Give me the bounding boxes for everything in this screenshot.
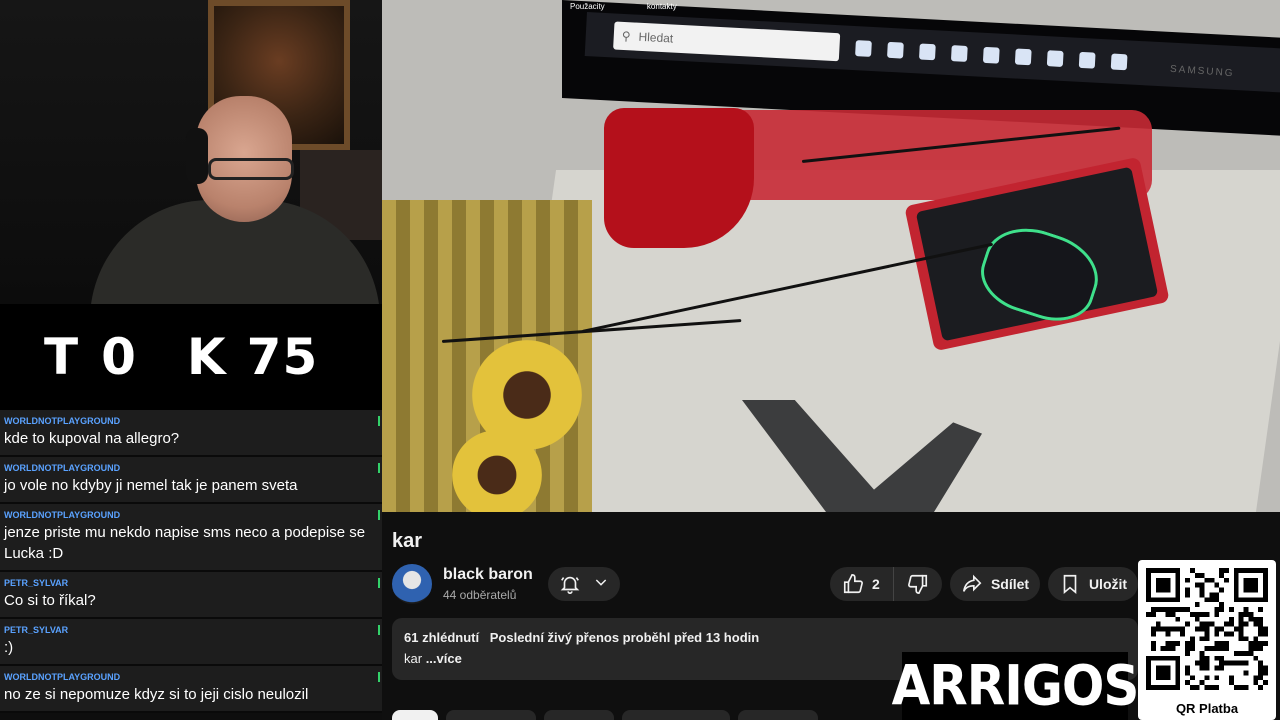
app-icon [1110, 53, 1128, 71]
chat-username[interactable]: WORLDNOTPLAYGROUND [4, 415, 376, 428]
save-button[interactable]: Uložit [1048, 567, 1138, 601]
like-dislike-group: 2 [830, 567, 942, 601]
app-icon [1078, 51, 1096, 69]
taskbar-search-placeholder: Hledat [638, 29, 674, 46]
score-overlay: T 0 K 75 [0, 304, 382, 410]
chat-message: PETR_SYLVAR :) [0, 619, 382, 666]
chat-message: WORLDNOTPLAYGROUND kde to kupoval na all… [0, 410, 382, 457]
score-char: T [44, 328, 80, 386]
chat-text: no ze si nepomuze kdyz si to jeji cislo … [4, 686, 309, 703]
chip[interactable] [738, 710, 818, 720]
chat-message: PETR_SYLVAR Co si to říkal? [0, 572, 382, 619]
chat-panel: WORLDNOTPLAYGROUND kde to kupoval na all… [0, 410, 382, 720]
webcam-feed [0, 0, 382, 304]
screen-labels: Použacity kontakty [570, 2, 717, 11]
app-icon [918, 43, 936, 61]
chip-bar [392, 710, 818, 720]
score-char: 75 [246, 328, 319, 386]
app-icon [1046, 50, 1064, 67]
qr-payment: QR Platba [1138, 560, 1276, 720]
chevron-down-icon [593, 574, 609, 595]
chip[interactable] [446, 710, 536, 720]
app-icon [950, 45, 968, 62]
headset-icon [186, 128, 208, 184]
screen-label: kontakty [646, 2, 677, 11]
screen-label: Použacity [570, 2, 605, 11]
chip[interactable] [622, 710, 730, 720]
video-title: kar [392, 530, 423, 552]
like-count: 2 [872, 576, 880, 592]
dislike-button[interactable] [894, 567, 942, 601]
arrigos-logo-text: ARRIGOS [891, 654, 1140, 718]
chip[interactable] [544, 710, 614, 720]
video-player[interactable]: Použacity kontakty ⚲ Hledat SAMSUNG [382, 0, 1280, 512]
qr-label: QR Platba [1175, 701, 1239, 716]
chat-text: jenze priste mu nekdo napise sms neco a … [4, 524, 366, 562]
save-label: Uložit [1088, 576, 1128, 592]
chat-username[interactable]: WORLDNOTPLAYGROUND [4, 462, 376, 475]
chat-message: WORLDNOTPLAYGROUND no ze si nepomuze kdy… [0, 666, 382, 713]
thumbs-up-icon [842, 573, 864, 595]
view-count: 61 zhlédnutí [404, 630, 480, 645]
score-char: K [186, 328, 227, 386]
chat-text: Co si to říkal? [4, 592, 96, 609]
chat-text: :) [4, 639, 14, 656]
chat-text: kde to kupoval na allegro? [4, 430, 180, 447]
folder-icon [855, 40, 872, 57]
channel-name[interactable]: black baron [443, 566, 533, 584]
share-button[interactable]: Sdílet [950, 567, 1040, 601]
description-meta: 61 zhlédnutí Poslední živý přenos proběh… [404, 630, 1126, 645]
chat-username[interactable]: PETR_SYLVAR [4, 624, 376, 637]
search-icon: ⚲ [621, 28, 631, 44]
glasses [208, 158, 294, 180]
sunflower [452, 430, 542, 512]
chat-message: WORLDNOTPLAYGROUND jo vole no kdyby ji n… [0, 457, 382, 504]
taskbar-search: ⚲ Hledat [613, 21, 841, 62]
chip[interactable] [392, 710, 438, 720]
chat-username[interactable]: PETR_SYLVAR [4, 577, 376, 590]
qr-code-icon [1146, 568, 1268, 690]
mail-icon [982, 46, 1000, 64]
channel-avatar[interactable] [392, 564, 432, 604]
chat-username[interactable]: WORLDNOTPLAYGROUND [4, 671, 376, 684]
show-more-link[interactable]: ...více [426, 651, 462, 666]
share-label: Sdílet [990, 576, 1030, 592]
score-char: 0 [101, 328, 137, 386]
app-icon [887, 41, 904, 59]
stream-info: Poslední živý přenos proběhl před 13 hod… [489, 630, 760, 645]
chat-text: jo vole no kdyby ji nemel tak je panem s… [4, 477, 298, 494]
red-chair-leg [604, 108, 754, 248]
browser-icon [1014, 48, 1032, 66]
chat-username[interactable]: WORLDNOTPLAYGROUND [4, 509, 376, 522]
thumbs-down-icon [907, 573, 929, 595]
bell-icon [559, 573, 581, 595]
description-body: kar [404, 651, 423, 666]
arrigos-logo: ARRIGOS [892, 652, 1139, 720]
notification-button[interactable] [548, 567, 620, 601]
share-icon [961, 573, 983, 595]
like-button[interactable]: 2 [830, 567, 894, 601]
chat-message: WORLDNOTPLAYGROUND jenze priste mu nekdo… [0, 504, 382, 572]
subscriber-count: 44 odběratelů [443, 588, 517, 602]
bookmark-icon [1059, 573, 1081, 595]
